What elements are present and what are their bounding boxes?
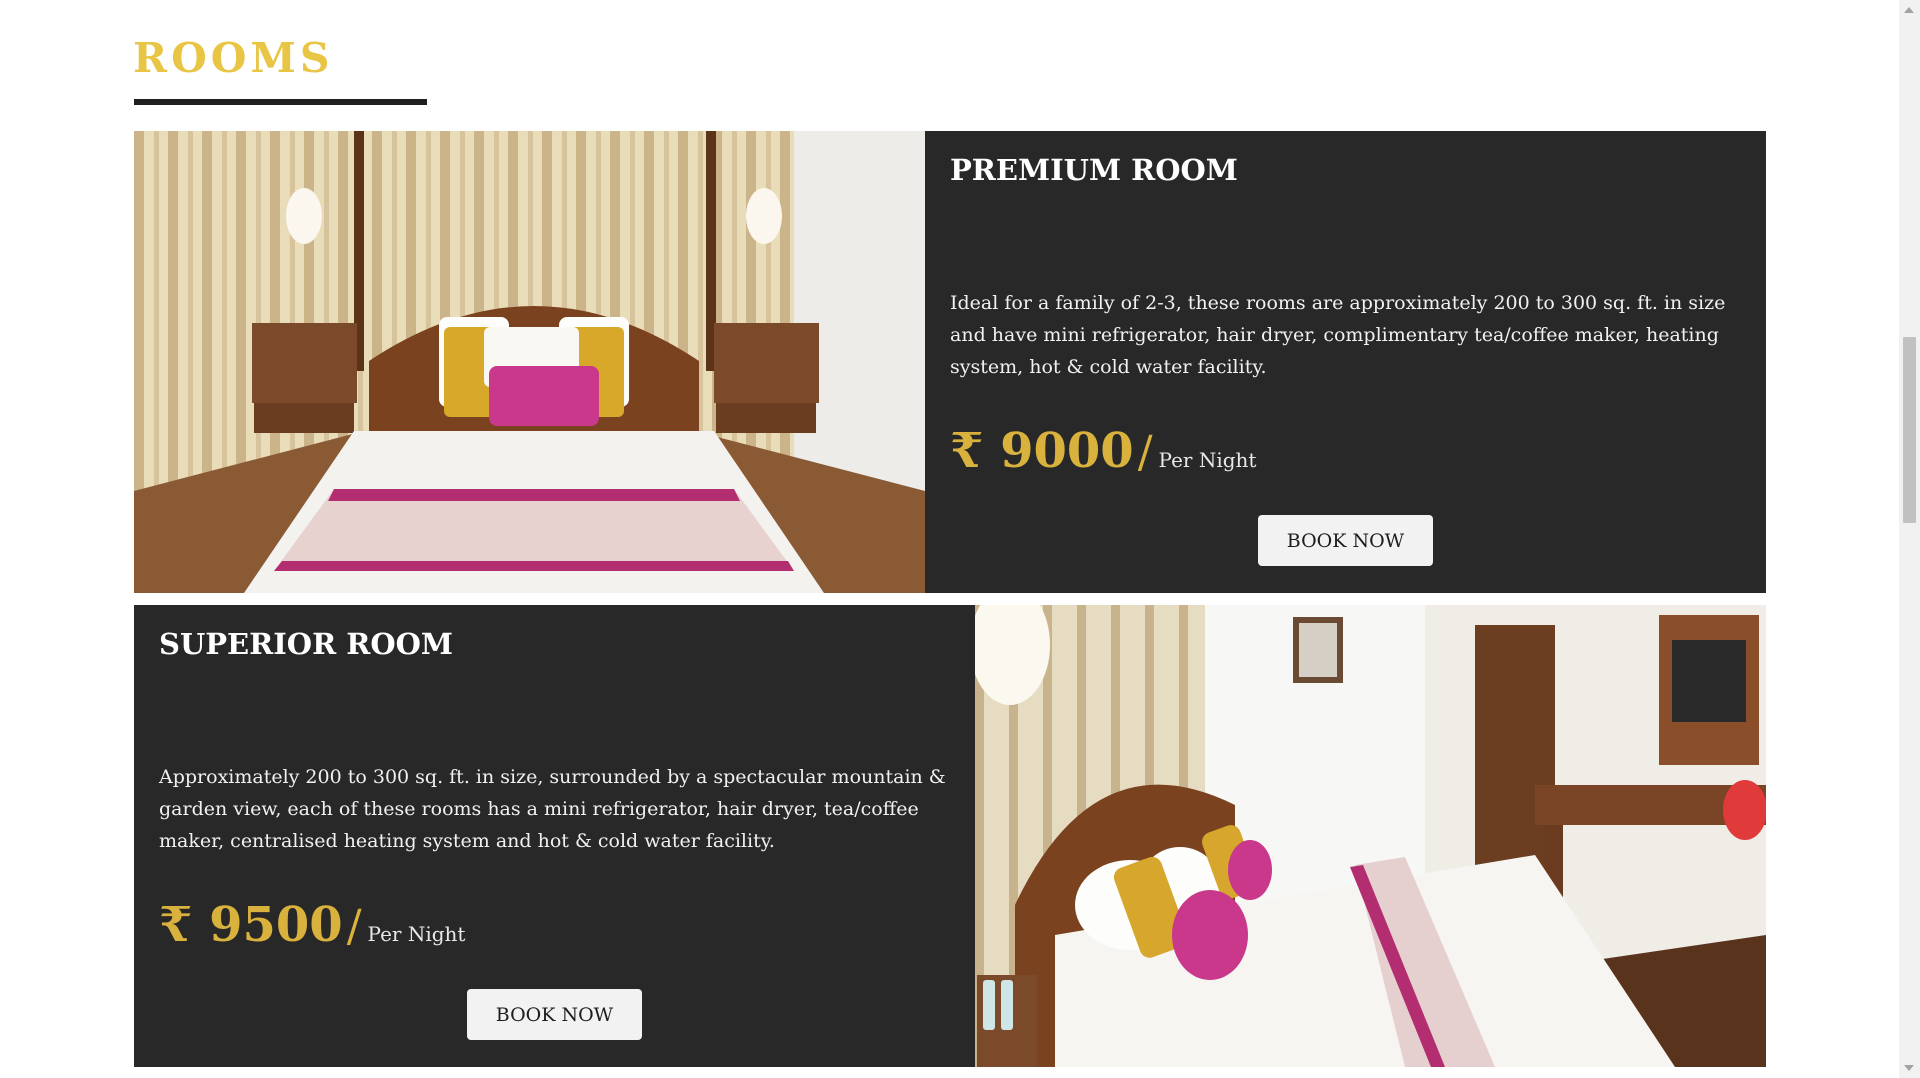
scroll-thumb[interactable] [1903,337,1916,523]
room-description: Ideal for a family of 2-3, these rooms a… [950,292,1726,378]
room-card-premium: PREMIUM ROOM Ideal for a family of 2-3, … [134,131,1766,593]
scroll-down-icon[interactable] [1904,1065,1914,1071]
book-now-button[interactable]: BOOK NOW [1258,515,1433,566]
scrollbar[interactable] [1899,0,1920,1078]
scroll-up-icon[interactable] [1904,7,1914,13]
price-slash: / [346,901,362,952]
superior-room-panel: SUPERIOR ROOM Approximately 200 to 300 s… [134,605,975,1067]
room-name: PREMIUM ROOM [950,153,1238,187]
room-price: ₹ 9000/Per Night [950,423,1256,483]
room-price: ₹ 9500/Per Night [159,897,465,957]
premium-room-photo [134,131,925,593]
price-slash: / [1137,427,1153,478]
premium-room-panel: PREMIUM ROOM Ideal for a family of 2-3, … [925,131,1766,593]
room-description: Approximately 200 to 300 sq. ft. in size… [159,766,946,852]
room-card-superior: SUPERIOR ROOM Approximately 200 to 300 s… [134,605,1766,1067]
book-now-button[interactable]: BOOK NOW [467,989,642,1040]
price-value: ₹ 9500 [159,897,343,953]
price-unit: Per Night [367,922,466,946]
room-name: SUPERIOR ROOM [159,627,453,661]
title-underline [134,99,427,105]
price-unit: Per Night [1158,448,1257,472]
rooms-page: ROOMS PREMIUM ROOM Ideal for a family of… [0,0,1899,1078]
section-title: ROOMS [133,34,334,82]
price-value: ₹ 9000 [950,423,1134,479]
superior-room-photo [975,605,1766,1067]
